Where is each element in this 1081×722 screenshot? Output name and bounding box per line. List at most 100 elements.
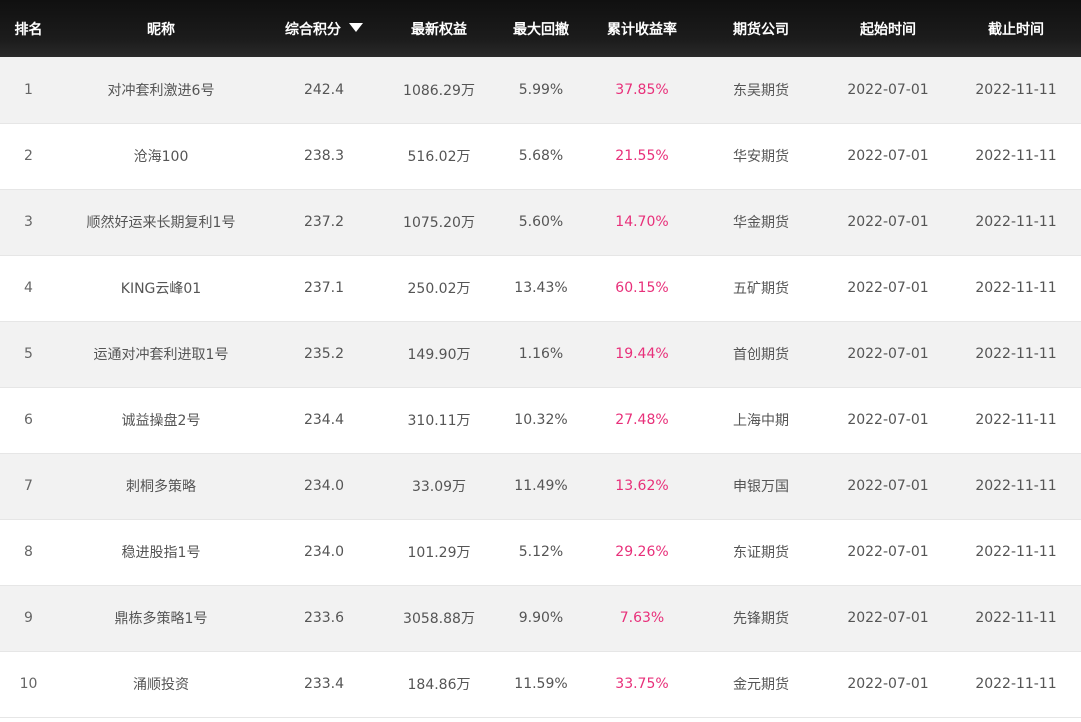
cell-score: 235.2 [265,321,383,387]
cell-company: 先锋期货 [697,585,825,651]
cell-drawdown: 5.99% [495,57,587,123]
cell-equity: 1086.29万 [383,57,495,123]
cell-nickname: 鼎栋多策略1号 [57,585,265,651]
cell-end: 2022-11-11 [951,651,1081,717]
table-row: 10 涌顺投资 233.4 184.86万 11.59% 33.75% 金元期货… [0,651,1081,717]
header-end: 截止时间 [951,0,1081,57]
cell-start: 2022-07-01 [825,651,951,717]
cell-return: 21.55% [587,123,697,189]
table-row: 5 运通对冲套利进取1号 235.2 149.90万 1.16% 19.44% … [0,321,1081,387]
table-row: 3 顺然好运来长期复利1号 237.2 1075.20万 5.60% 14.70… [0,189,1081,255]
cell-drawdown: 5.12% [495,519,587,585]
table-row: 2 沧海100 238.3 516.02万 5.68% 21.55% 华安期货 … [0,123,1081,189]
cell-score: 234.0 [265,453,383,519]
cell-end: 2022-11-11 [951,321,1081,387]
cell-nickname: 涌顺投资 [57,651,265,717]
table-row: 1 对冲套利激进6号 242.4 1086.29万 5.99% 37.85% 东… [0,57,1081,123]
cell-end: 2022-11-11 [951,57,1081,123]
cell-end: 2022-11-11 [951,453,1081,519]
cell-score: 234.0 [265,519,383,585]
table-row: 9 鼎栋多策略1号 233.6 3058.88万 9.90% 7.63% 先锋期… [0,585,1081,651]
cell-start: 2022-07-01 [825,453,951,519]
cell-company: 首创期货 [697,321,825,387]
cell-rank: 5 [0,321,57,387]
table-header: 排名 昵称 综合积分 最新权益 最大回撤 累计收益率 期货公司 起始时间 截止时… [0,0,1081,57]
cell-drawdown: 5.60% [495,189,587,255]
cell-company: 上海中期 [697,387,825,453]
table-row: 4 KING云峰01 237.1 250.02万 13.43% 60.15% 五… [0,255,1081,321]
cell-equity: 516.02万 [383,123,495,189]
cell-drawdown: 9.90% [495,585,587,651]
cell-rank: 2 [0,123,57,189]
cell-drawdown: 10.32% [495,387,587,453]
header-drawdown: 最大回撤 [495,0,587,57]
cell-return: 7.63% [587,585,697,651]
cell-start: 2022-07-01 [825,321,951,387]
cell-company: 东证期货 [697,519,825,585]
cell-score: 237.1 [265,255,383,321]
header-score-sortable[interactable]: 综合积分 [265,0,383,57]
ranking-table: 排名 昵称 综合积分 最新权益 最大回撤 累计收益率 期货公司 起始时间 截止时… [0,0,1081,718]
cell-rank: 1 [0,57,57,123]
cell-drawdown: 11.59% [495,651,587,717]
cell-company: 华安期货 [697,123,825,189]
cell-rank: 9 [0,585,57,651]
cell-company: 华金期货 [697,189,825,255]
cell-start: 2022-07-01 [825,189,951,255]
cell-drawdown: 13.43% [495,255,587,321]
cell-start: 2022-07-01 [825,123,951,189]
cell-company: 申银万国 [697,453,825,519]
cell-nickname: KING云峰01 [57,255,265,321]
table-row: 6 诚益操盘2号 234.4 310.11万 10.32% 27.48% 上海中… [0,387,1081,453]
cell-equity: 3058.88万 [383,585,495,651]
cell-nickname: 诚益操盘2号 [57,387,265,453]
header-row: 排名 昵称 综合积分 最新权益 最大回撤 累计收益率 期货公司 起始时间 截止时… [0,0,1081,57]
cell-end: 2022-11-11 [951,123,1081,189]
cell-equity: 310.11万 [383,387,495,453]
cell-score: 238.3 [265,123,383,189]
cell-score: 233.6 [265,585,383,651]
cell-nickname: 刺桐多策略 [57,453,265,519]
cell-equity: 149.90万 [383,321,495,387]
cell-drawdown: 1.16% [495,321,587,387]
cell-nickname: 顺然好运来长期复利1号 [57,189,265,255]
cell-equity: 250.02万 [383,255,495,321]
cell-score: 237.2 [265,189,383,255]
cell-rank: 7 [0,453,57,519]
cell-equity: 184.86万 [383,651,495,717]
cell-equity: 101.29万 [383,519,495,585]
cell-nickname: 沧海100 [57,123,265,189]
cell-return: 14.70% [587,189,697,255]
cell-equity: 33.09万 [383,453,495,519]
cell-return: 27.48% [587,387,697,453]
cell-company: 五矿期货 [697,255,825,321]
cell-rank: 4 [0,255,57,321]
cell-end: 2022-11-11 [951,255,1081,321]
cell-rank: 6 [0,387,57,453]
cell-rank: 8 [0,519,57,585]
cell-end: 2022-11-11 [951,189,1081,255]
cell-rank: 10 [0,651,57,717]
header-company: 期货公司 [697,0,825,57]
cell-company: 东吴期货 [697,57,825,123]
cell-end: 2022-11-11 [951,519,1081,585]
cell-return: 33.75% [587,651,697,717]
cell-equity: 1075.20万 [383,189,495,255]
cell-nickname: 对冲套利激进6号 [57,57,265,123]
cell-start: 2022-07-01 [825,387,951,453]
cell-return: 13.62% [587,453,697,519]
cell-rank: 3 [0,189,57,255]
table-body: 1 对冲套利激进6号 242.4 1086.29万 5.99% 37.85% 东… [0,57,1081,717]
header-start: 起始时间 [825,0,951,57]
header-rank: 排名 [0,0,57,57]
cell-return: 60.15% [587,255,697,321]
table-row: 7 刺桐多策略 234.0 33.09万 11.49% 13.62% 申银万国 … [0,453,1081,519]
cell-return: 19.44% [587,321,697,387]
cell-nickname: 稳进股指1号 [57,519,265,585]
cell-return: 37.85% [587,57,697,123]
cell-start: 2022-07-01 [825,57,951,123]
triangle-down-icon [349,23,363,32]
cell-end: 2022-11-11 [951,585,1081,651]
cell-start: 2022-07-01 [825,255,951,321]
header-return: 累计收益率 [587,0,697,57]
